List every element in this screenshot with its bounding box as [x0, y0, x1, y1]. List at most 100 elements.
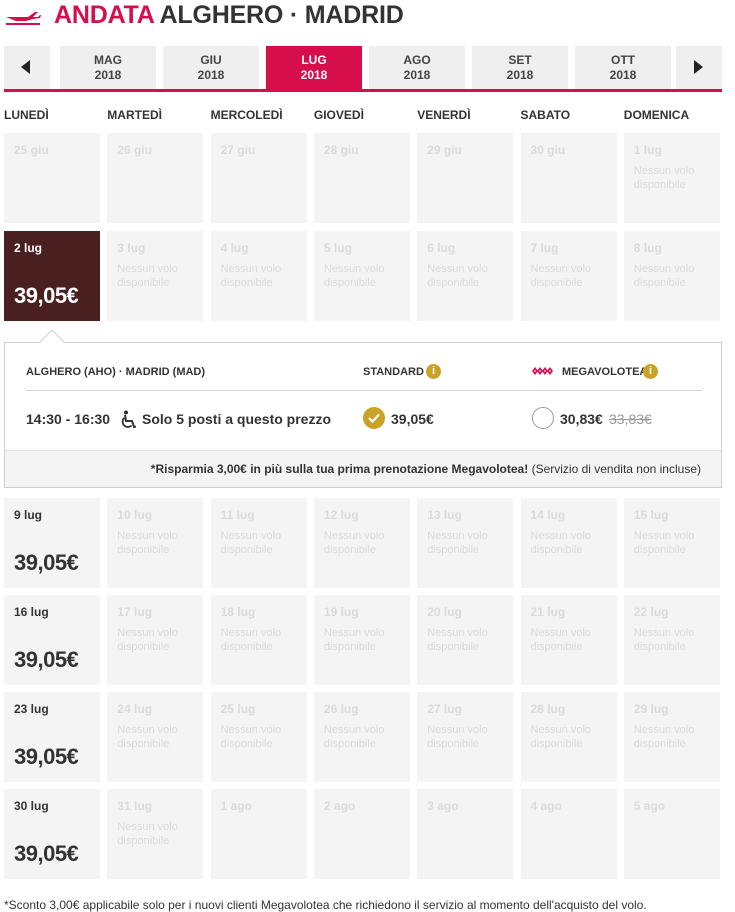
- calendar-day[interactable]: 30 lug 39,05€: [4, 789, 100, 879]
- calendar-day: 31 lug Nessun volo disponibile: [107, 789, 204, 879]
- month-tab-ago[interactable]: AGO 2018: [369, 46, 465, 89]
- wheelchair-icon: [121, 410, 137, 429]
- day-date: 25 lug: [220, 702, 256, 716]
- day-date: 29 giu: [427, 143, 462, 157]
- calendar-day: 19 lug Nessun volo disponibile: [313, 595, 410, 685]
- month-tab-year: 2018: [506, 68, 534, 82]
- calendar-day: 5 lug Nessun volo disponibile: [313, 231, 410, 321]
- next-month-button[interactable]: [676, 46, 722, 89]
- calendar-day: 1 lug Nessun volo disponibile: [623, 133, 720, 223]
- flight-route: ALGHERO (AHO) · MADRID (MAD): [26, 366, 206, 378]
- calendar-day: 29 lug Nessun volo disponibile: [623, 692, 720, 782]
- no-flight-label: Nessun volo disponibile: [323, 627, 385, 653]
- weekday-label: DOMENICA: [623, 108, 690, 122]
- month-tab-mag[interactable]: MAG 2018: [60, 46, 156, 89]
- standard-fare-label: STANDARD: [363, 366, 424, 378]
- month-tab-name: GIU: [200, 53, 222, 67]
- standard-info-icon[interactable]: i: [426, 364, 441, 379]
- month-tab-year: 2018: [300, 68, 328, 82]
- calendar-day: 27 giu: [210, 133, 307, 223]
- standard-fare-radio[interactable]: [363, 407, 385, 429]
- no-flight-label: Nessun volo disponibile: [427, 263, 488, 289]
- no-flight-label: Nessun volo disponibile: [220, 724, 282, 750]
- month-tab-set[interactable]: SET 2018: [472, 46, 568, 89]
- day-date: 16 lug: [14, 605, 49, 619]
- weekday-label: MERCOLEDÌ: [210, 108, 283, 122]
- day-price: 39,05€: [14, 550, 79, 575]
- day-date: 1 lug: [633, 143, 662, 157]
- calendar-day: 6 lug Nessun volo disponibile: [417, 231, 514, 321]
- day-date: 29 lug: [633, 702, 669, 716]
- day-date: 10 lug: [117, 508, 152, 522]
- day-price: 39,05€: [14, 283, 79, 308]
- calendar-day: 30 giu: [520, 133, 617, 223]
- calendar-day: 12 lug Nessun volo disponibile: [313, 498, 410, 588]
- calendar-day: 11 lug Nessun volo disponibile: [210, 498, 307, 588]
- calendar-day: 20 lug Nessun volo disponibile: [417, 595, 514, 685]
- day-date: 24 lug: [117, 702, 152, 716]
- weekday-header: LUNEDÌ MARTEDÌ MERCOLEDÌ GIOVEDÌ VENERDÌ SABA…: [4, 108, 724, 124]
- weekday-label: SABATO: [520, 108, 571, 122]
- calendar-day: 14 lug Nessun volo disponibile: [520, 498, 617, 588]
- day-date: 23 lug: [14, 702, 49, 716]
- calendar-day: 17 lug Nessun volo disponibile: [107, 595, 204, 685]
- calendar-day: 5 ago: [623, 789, 720, 879]
- no-flight-label: Nessun volo disponibile: [323, 724, 385, 750]
- calendar-day: 25 lug Nessun volo disponibile: [210, 692, 307, 782]
- calendar-day: 10 lug Nessun volo disponibile: [107, 498, 204, 588]
- day-date: 28 lug: [530, 702, 566, 716]
- no-flight-label: Nessun volo disponibile: [633, 627, 695, 653]
- megavolotea-logo-icon: [532, 367, 553, 375]
- calendar-day: 1 ago: [210, 789, 307, 879]
- day-date: 19 lug: [323, 605, 359, 619]
- calendar-day[interactable]: 23 lug 39,05€: [4, 692, 100, 782]
- panel-pointer: [39, 329, 65, 355]
- day-date: 13 lug: [427, 508, 462, 522]
- day-date: 12 lug: [323, 508, 359, 522]
- month-tab-giu[interactable]: GIU 2018: [163, 46, 259, 89]
- day-date: 7 lug: [530, 241, 559, 255]
- no-flight-label: Nessun volo disponibile: [220, 263, 282, 289]
- prev-month-button[interactable]: [4, 46, 50, 89]
- day-date: 20 lug: [427, 605, 462, 619]
- day-date: 17 lug: [117, 605, 152, 619]
- no-flight-label: Nessun volo disponibile: [117, 530, 178, 556]
- no-flight-label: Nessun volo disponibile: [427, 724, 488, 750]
- no-flight-label: Nessun volo disponibile: [530, 724, 592, 750]
- month-tab-year: 2018: [403, 68, 431, 82]
- megavolotea-fare-radio[interactable]: [532, 407, 554, 429]
- month-tab-ott[interactable]: OTT 2018: [575, 46, 671, 89]
- calendar-day: 3 lug Nessun volo disponibile: [107, 231, 204, 321]
- day-date: 5 lug: [323, 241, 352, 255]
- month-tab-name: AGO: [403, 53, 431, 67]
- calendar-day[interactable]: 16 lug 39,05€: [4, 595, 100, 685]
- calendar-day: 27 lug Nessun volo disponibile: [417, 692, 514, 782]
- flight-times: 14:30 - 16:30: [26, 411, 111, 427]
- chevron-left-icon: [21, 60, 30, 74]
- month-tab-lug[interactable]: LUG 2018: [266, 46, 362, 89]
- megavolotea-fare-label: MEGAVOLOTEA: [562, 366, 648, 378]
- no-flight-label: Nessun volo disponibile: [633, 165, 695, 191]
- calendar-day: 13 lug Nessun volo disponibile: [417, 498, 514, 588]
- calendar-day: 15 lug Nessun volo disponibile: [623, 498, 720, 588]
- no-flight-label: Nessun volo disponibile: [530, 530, 592, 556]
- no-flight-label: Nessun volo disponibile: [117, 821, 178, 847]
- day-date: 27 lug: [427, 702, 462, 716]
- month-tab-year: 2018: [197, 68, 225, 82]
- calendar-day[interactable]: 9 lug 39,05€: [4, 498, 100, 588]
- month-tab-name: OTT: [611, 53, 635, 67]
- no-flight-label: Nessun volo disponibile: [427, 530, 488, 556]
- calendar-day: 2 ago: [313, 789, 410, 879]
- calendar-day[interactable]: 2 lug 39,05€: [4, 231, 100, 321]
- day-date: 6 lug: [427, 241, 456, 255]
- page-title: ANDATA ALGHERO · MADRID: [54, 1, 404, 30]
- no-flight-label: Nessun volo disponibile: [220, 530, 282, 556]
- calendar-day: 28 giu: [313, 133, 410, 223]
- day-price: 39,05€: [14, 647, 79, 672]
- megavolotea-info-icon[interactable]: i: [643, 364, 658, 379]
- flight-details-panel: ALGHERO (AHO) · MADRID (MAD) STANDARD i …: [4, 329, 722, 488]
- no-flight-label: Nessun volo disponibile: [427, 627, 488, 653]
- calendar-day: 28 lug Nessun volo disponibile: [520, 692, 617, 782]
- no-flight-label: Nessun volo disponibile: [117, 263, 178, 289]
- promo-note: (Servizio di vendita non incluse): [528, 462, 701, 476]
